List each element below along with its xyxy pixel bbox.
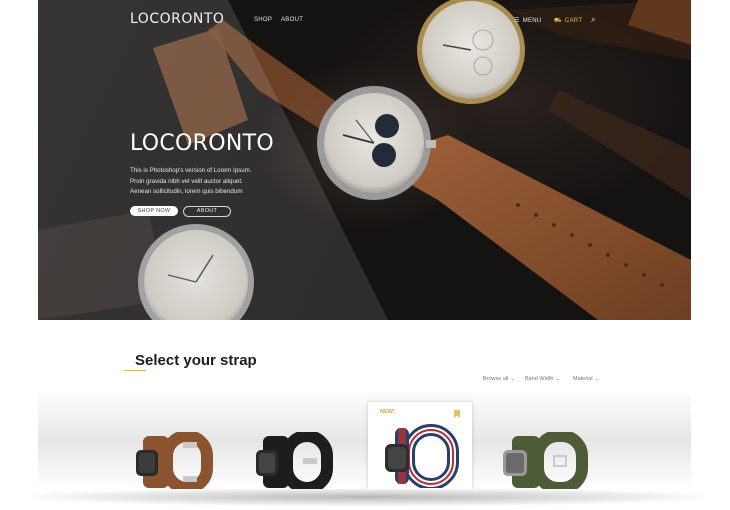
nav-menu-button[interactable]: ☰ MENU (514, 17, 542, 24)
nav-cart-button[interactable]: ⛟ CART (554, 17, 582, 25)
hero-description-line: This is Photoshop's version of Lorem Ips… (130, 167, 252, 174)
product-brown-leather-band[interactable] (133, 432, 213, 489)
nav-shop-link[interactable]: SHOP (254, 17, 272, 23)
cart-icon: ⛟ (554, 18, 562, 24)
filter-material[interactable]: Material ⌄ (573, 376, 599, 382)
search-icon[interactable]: ⌕ (591, 15, 595, 25)
filter-label: Material (573, 376, 593, 382)
hero-banner: LOCORONTO SHOP ABOUT ☰ MENU ⛟ CART ⌕ LOCOR… (38, 0, 691, 320)
filter-browse-all[interactable]: Browse all ⌄ (483, 376, 515, 382)
chevron-down-icon: ⌄ (510, 376, 515, 382)
shop-now-button[interactable]: SHOP NOW (130, 206, 178, 216)
hero-description-line: Aenean sollicitudin, lorem quis bibendum (130, 188, 243, 195)
filter-label: Browse all (483, 376, 509, 382)
browser-frame: LOCORONTO SHOP ABOUT ☰ MENU ⛟ CART ⌕ LOCOR… (38, 0, 691, 489)
nav-menu-label: MENU (522, 18, 542, 24)
section-title: Select your strap (135, 352, 257, 369)
nav-about-link[interactable]: ABOUT (281, 17, 303, 23)
chevron-down-icon: ⌄ (555, 376, 560, 382)
site-logo[interactable]: LOCORONTO (130, 11, 224, 27)
mockup-shadow (30, 488, 705, 506)
new-badge: NEW! (380, 409, 395, 415)
hamburger-icon: ☰ (514, 18, 520, 24)
chevron-down-icon: ⌄ (594, 376, 599, 382)
nav-cart-label: CART (564, 18, 583, 24)
hero-title: LOCORONTO (130, 131, 274, 156)
product-black-leather-band[interactable] (253, 432, 333, 489)
filter-band-width[interactable]: Band Width ⌄ (525, 376, 560, 382)
hero-description: This is Photoshop's version of Lorem Ips… (130, 166, 300, 198)
product-striped-nato-band[interactable] (381, 424, 461, 488)
filter-label: Band Width (525, 376, 554, 382)
section-title-underline (124, 370, 146, 371)
hero-description-line: Proin gravida nibh vel velit auctor aliq… (130, 177, 243, 185)
product-green-canvas-band[interactable] (498, 432, 588, 489)
strap-section: Select your strap Browse all ⌄ Band Width… (38, 320, 691, 489)
about-button[interactable]: ABOUT (183, 206, 231, 217)
